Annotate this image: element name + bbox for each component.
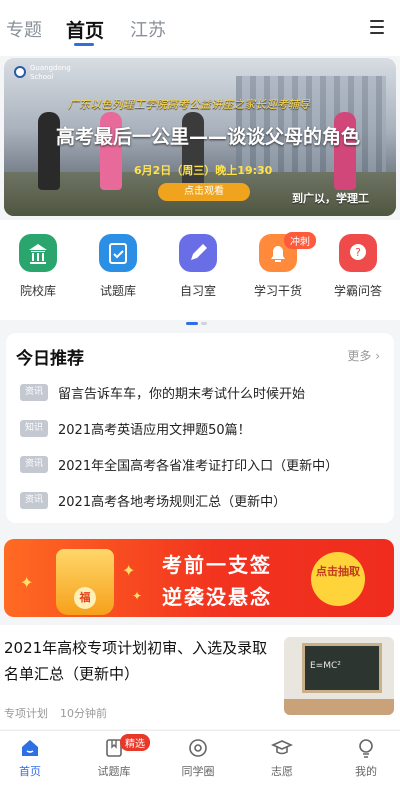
article-meta: 专项计划 10分钟前	[4, 705, 119, 721]
item-title: 2021高考英语应用文押题50篇！	[58, 423, 251, 438]
top-tab-bar: 专题 首页 江苏	[0, 0, 400, 56]
article-card[interactable]: 2021年高校专项计划初审、入选及录取名单汇总（更新中） 专项计划 10分钟前 E…	[0, 625, 400, 729]
bottom-navigation: 首页 试题库 精选 同学圈 志愿 我的	[0, 730, 400, 788]
nav-volunteer[interactable]: 志愿	[252, 737, 312, 779]
carousel-pager	[186, 310, 210, 329]
list-item[interactable]: 资讯 留言告诉车车，你的期末考试什么时候开始	[20, 382, 306, 402]
quick-link-study-room[interactable]: 自习室	[166, 234, 230, 299]
bucket-character: 福	[74, 587, 96, 609]
article-thumbnail: E=MC²	[284, 637, 394, 715]
article-category: 专项计划	[4, 707, 48, 720]
article-title: 2021年高校专项计划初审、入选及录取名单汇总（更新中）	[4, 639, 268, 683]
draw-button[interactable]: 点击抽取	[311, 552, 365, 606]
item-tag: 知识	[20, 420, 48, 437]
banner-subtitle: 广东以色列理工学院高考公益讲座之家长迎考辅导	[68, 98, 310, 111]
quick-link-school-library[interactable]: 院校库	[6, 234, 70, 299]
graduation-cap-icon	[271, 737, 293, 759]
item-title: 2021年全国高考各省准考证打印入口（更新中）	[58, 459, 339, 474]
menu-icon[interactable]	[370, 20, 384, 34]
quick-links: 院校库 试题库 自习室 学习干货 ? 学霸问答 冲刺	[0, 220, 400, 320]
quick-link-qa[interactable]: ? 学霸问答	[326, 234, 390, 299]
fortune-draw-banner[interactable]: ✦ ✦ ✦ 福 考前一支签 逆袭没悬念 点击抽取	[4, 539, 394, 617]
school-building-icon	[19, 234, 57, 272]
quick-link-label: 院校库	[19, 284, 56, 298]
quick-link-exam-bank[interactable]: 试题库	[86, 234, 150, 299]
star-icon: ✦	[132, 589, 143, 603]
nav-label: 同学圈	[181, 765, 215, 778]
nav-label: 我的	[355, 765, 377, 778]
banner-date: 6月2日（周三）晚上19:30	[134, 164, 273, 177]
list-item[interactable]: 资讯 2021高考各地考场规则汇总（更新中）	[20, 490, 287, 510]
active-tab-indicator	[74, 43, 94, 46]
more-link[interactable]: 更多 ›	[347, 347, 380, 364]
list-item[interactable]: 资讯 2021年全国高考各省准考证打印入口（更新中）	[20, 454, 339, 474]
nav-label: 志愿	[271, 765, 293, 778]
desk-decoration	[284, 699, 394, 715]
quick-link-label: 学霸问答	[333, 284, 382, 298]
nav-label: 试题库	[97, 765, 131, 778]
chevron-right-icon: ›	[375, 349, 380, 363]
sprint-badge: 冲刺	[284, 232, 316, 249]
tab-jiangsu[interactable]: 江苏	[130, 16, 166, 42]
nav-label: 首页	[19, 765, 41, 778]
more-label: 更多	[347, 349, 372, 363]
item-tag: 资讯	[20, 384, 48, 401]
item-title: 留言告诉车车，你的期末考试什么时候开始	[58, 387, 306, 402]
school-logo-icon	[14, 66, 26, 78]
nav-home[interactable]: 首页	[0, 737, 60, 779]
tab-home[interactable]: 首页	[66, 16, 104, 43]
home-icon	[19, 737, 41, 759]
school-name: Guangdong School	[30, 64, 71, 81]
today-recommend-card: 今日推荐 更多 › 资讯 留言告诉车车，你的期末考试什么时候开始 知识 2021高考…	[6, 333, 394, 523]
tab-topics[interactable]: 专题	[6, 16, 42, 42]
star-icon: ✦	[122, 561, 136, 580]
thumbnail-text: E=MC²	[310, 661, 341, 671]
nav-classmates[interactable]: 同学圈	[168, 737, 228, 779]
quick-link-label: 学习干货	[253, 284, 302, 298]
svg-text:?: ?	[355, 246, 361, 259]
user-icon	[355, 737, 377, 759]
article-time: 10分钟前	[60, 707, 107, 720]
banner-title: 高考最后一公里——谈谈父母的角色	[56, 126, 361, 148]
draw-button-label: 点击抽取	[316, 565, 360, 578]
item-tag: 资讯	[20, 492, 48, 509]
quick-link-label: 试题库	[99, 284, 136, 298]
banner-watch-button[interactable]: 点击观看	[158, 183, 250, 201]
banner-slogan: 到广以，学理工	[292, 192, 369, 205]
promo-line-1: 考前一支签	[162, 553, 272, 577]
exam-paper-icon	[99, 234, 137, 272]
item-tag: 资讯	[20, 456, 48, 473]
item-title: 2021高考各地考场规则汇总（更新中）	[58, 495, 287, 510]
circle-community-icon	[187, 737, 209, 759]
list-item[interactable]: 知识 2021高考英语应用文押题50篇！	[20, 418, 251, 438]
nav-profile[interactable]: 我的	[336, 737, 396, 779]
question-icon: ?	[339, 234, 377, 272]
star-icon: ✦	[20, 573, 34, 592]
promo-line-2: 逆袭没悬念	[162, 585, 272, 609]
featured-badge: 精选	[120, 734, 150, 751]
fortune-bucket-icon: 福	[56, 549, 114, 615]
pencil-icon	[179, 234, 217, 272]
quick-link-label: 自习室	[179, 284, 216, 298]
section-title: 今日推荐	[16, 349, 84, 369]
